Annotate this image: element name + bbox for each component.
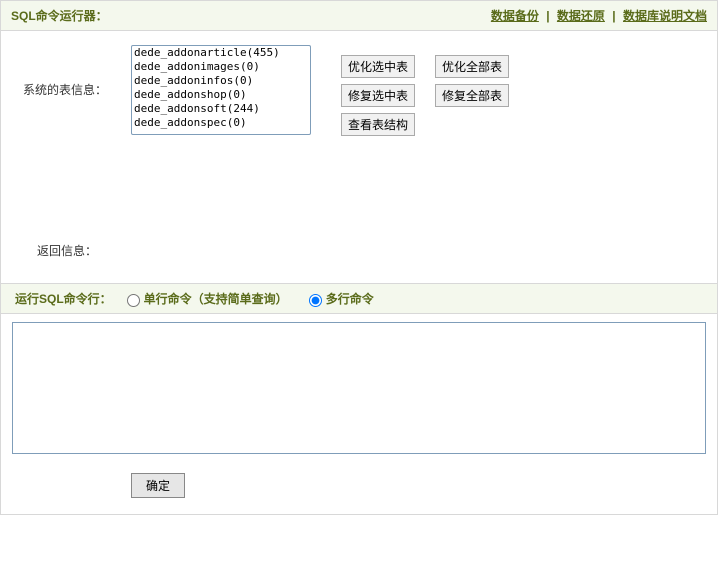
sql-textarea-section — [1, 314, 717, 467]
db-docs-link[interactable]: 数据库说明文档 — [623, 9, 707, 23]
data-restore-link[interactable]: 数据还原 — [557, 9, 605, 23]
divider: | — [546, 9, 549, 23]
tables-label: 系统的表信息： — [23, 45, 131, 98]
button-row: 优化选中表 优化全部表 — [341, 55, 509, 78]
return-label: 返回信息： — [37, 242, 97, 259]
table-option[interactable]: dede_addonarticle(455) — [132, 46, 310, 60]
repair-selected-button[interactable]: 修复选中表 — [341, 84, 415, 107]
multi-line-radio[interactable] — [309, 294, 322, 307]
multi-line-radio-label: 多行命令 — [326, 290, 374, 307]
optimize-selected-button[interactable]: 优化选中表 — [341, 55, 415, 78]
submit-section: 确定 — [1, 467, 717, 514]
sql-input[interactable] — [12, 322, 706, 454]
sql-mode-section: 运行SQL命令行： 单行命令（支持简单查询） 多行命令 — [1, 283, 717, 314]
sql-mode-label: 运行SQL命令行： — [15, 290, 112, 307]
divider: | — [612, 9, 615, 23]
single-line-radio[interactable] — [127, 294, 140, 307]
return-section: 返回信息： — [1, 156, 717, 283]
single-line-radio-label: 单行命令（支持简单查询） — [144, 290, 288, 307]
header-bar: SQL命令运行器： 数据备份 | 数据还原 | 数据库说明文档 — [1, 1, 717, 31]
table-option[interactable]: dede_addonspec(0) — [132, 116, 310, 130]
action-buttons-col: 优化选中表 优化全部表 修复选中表 修复全部表 查看表结构 — [321, 45, 509, 142]
view-structure-button[interactable]: 查看表结构 — [341, 113, 415, 136]
tables-listbox[interactable]: dede_addonarticle(455)dede_addonimages(0… — [131, 45, 311, 135]
table-option[interactable]: dede_addonimages(0) — [132, 60, 310, 74]
table-option[interactable]: dede_addonshop(0) — [132, 88, 310, 102]
button-row: 查看表结构 — [341, 113, 509, 136]
button-row: 修复选中表 修复全部表 — [341, 84, 509, 107]
table-option[interactable]: dede_addoninfos(0) — [132, 74, 310, 88]
optimize-all-button[interactable]: 优化全部表 — [435, 55, 509, 78]
submit-button[interactable]: 确定 — [131, 473, 185, 498]
multi-line-radio-wrap[interactable]: 多行命令 — [304, 290, 374, 307]
tables-section: 系统的表信息： dede_addonarticle(455)dede_addon… — [1, 31, 717, 156]
main-container: SQL命令运行器： 数据备份 | 数据还原 | 数据库说明文档 系统的表信息： … — [0, 0, 718, 515]
data-backup-link[interactable]: 数据备份 — [491, 9, 539, 23]
single-line-radio-wrap[interactable]: 单行命令（支持简单查询） — [122, 290, 288, 307]
header-links: 数据备份 | 数据还原 | 数据库说明文档 — [491, 7, 707, 24]
table-option[interactable]: dede_addonsoft(244) — [132, 102, 310, 116]
repair-all-button[interactable]: 修复全部表 — [435, 84, 509, 107]
tables-list-col: dede_addonarticle(455)dede_addonimages(0… — [131, 45, 321, 135]
page-title: SQL命令运行器： — [11, 7, 108, 24]
